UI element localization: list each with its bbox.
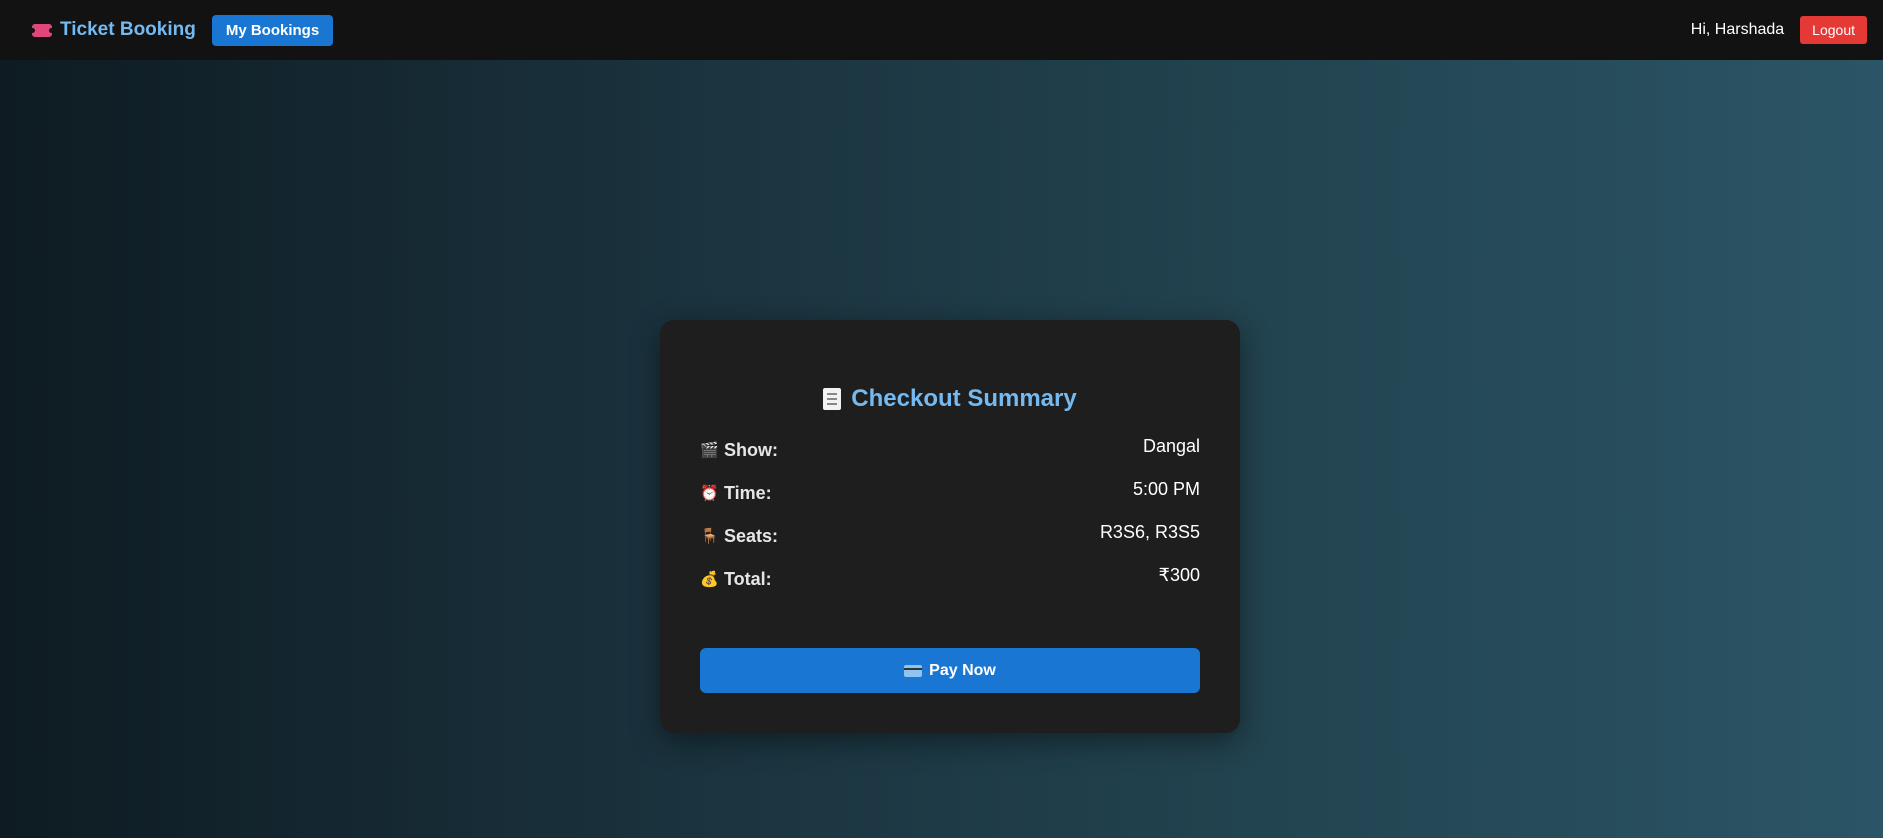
checkout-title: Checkout Summary xyxy=(700,384,1200,414)
time-value: 5:00 PM xyxy=(1132,479,1200,499)
show-value: Dangal xyxy=(1142,436,1200,456)
show-label: Show: xyxy=(724,440,778,460)
pay-now-button[interactable]: Pay Now xyxy=(700,648,1200,693)
total-label-group: 💰 Total: xyxy=(700,569,772,590)
summary-row-time: ⏰ Time: 5:00 PM xyxy=(700,477,1200,520)
alarm-clock-icon: ⏰ xyxy=(700,485,719,502)
show-label-group: 🎬 Show: xyxy=(700,440,778,461)
total-value: ₹300 xyxy=(1158,565,1200,585)
nav-user-area: Hi, Harshada Logout xyxy=(1691,0,1867,60)
pay-now-label: Pay Now xyxy=(929,661,996,679)
time-label: Time: xyxy=(724,483,772,503)
credit-card-icon xyxy=(904,664,923,677)
clapperboard-icon: 🎬 xyxy=(700,442,719,459)
seats-label: Seats: xyxy=(724,526,779,546)
top-navbar: Ticket Booking My Bookings Hi, Harshada … xyxy=(0,0,1883,60)
user-greeting: Hi, Harshada xyxy=(1690,21,1785,38)
logout-button[interactable]: Logout xyxy=(1800,16,1867,44)
brand[interactable]: Ticket Booking xyxy=(30,19,196,41)
time-label-group: ⏰ Time: xyxy=(700,483,772,504)
summary-row-total: 💰 Total: ₹300 xyxy=(700,563,1200,606)
ticket-icon xyxy=(30,23,54,37)
seats-label-group: 🪑 Seats: xyxy=(700,526,778,547)
summary-row-seats: 🪑 Seats: R3S6, R3S5 xyxy=(700,520,1200,563)
chair-icon: 🪑 xyxy=(700,528,719,545)
summary-row-show: 🎬 Show: Dangal xyxy=(700,434,1200,477)
brand-title[interactable]: Ticket Booking xyxy=(60,19,196,41)
money-bag-icon: 💰 xyxy=(700,571,719,588)
total-label: Total: xyxy=(724,569,772,589)
checkout-title-text: Checkout Summary xyxy=(851,385,1077,412)
my-bookings-button[interactable]: My Bookings xyxy=(211,14,334,46)
summary-rows: 🎬 Show: Dangal ⏰ Time: 5:00 PM 🪑 Seats: … xyxy=(700,434,1200,606)
checkout-summary-card: Checkout Summary 🎬 Show: Dangal ⏰ Time: … xyxy=(660,320,1240,733)
seats-value: R3S6, R3S5 xyxy=(1099,522,1200,542)
receipt-icon xyxy=(823,388,842,410)
